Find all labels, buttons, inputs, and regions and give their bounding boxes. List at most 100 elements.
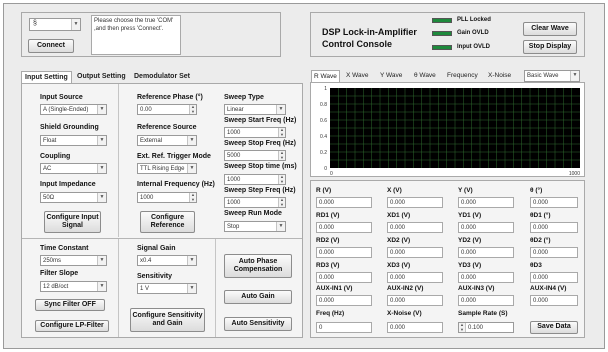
readout-label-r-v: R (V) bbox=[316, 187, 332, 194]
chevron-down-icon[interactable]: ▼ bbox=[97, 136, 106, 145]
y-tick-label: 0 bbox=[324, 166, 327, 172]
sample-rate-input[interactable]: ▲ ▼ 0.100 bbox=[458, 322, 514, 333]
chevron-down-icon[interactable]: ▼ bbox=[276, 105, 285, 114]
readout-value-rd2-v: 0.000 bbox=[316, 247, 372, 258]
readout-label-xd3-v: XD3 (V) bbox=[387, 262, 411, 269]
tab-x-wave[interactable]: X Wave bbox=[346, 70, 369, 82]
coupling-value: AC bbox=[43, 166, 52, 172]
tab-y-wave[interactable]: Y Wave bbox=[380, 70, 402, 82]
readout-label-x-v: X (V) bbox=[387, 187, 402, 194]
sweep-run-mode-value: Stop bbox=[227, 224, 240, 230]
input-impedance-select[interactable]: 50Ω ▼ bbox=[40, 192, 107, 203]
signal-gain-select[interactable]: x0.4 ▼ bbox=[137, 255, 197, 266]
configure-input-button[interactable]: Configure Input Signal bbox=[44, 211, 101, 233]
chevron-down-icon[interactable]: ▼ bbox=[187, 284, 196, 293]
wave-type-value: Basic Wave bbox=[527, 73, 559, 79]
tab-frequency[interactable]: Frequency bbox=[447, 70, 478, 82]
trigger-mode-select[interactable]: TTL Rising Edge ▼ bbox=[137, 163, 197, 174]
tab-r-wave[interactable]: R Wave bbox=[311, 70, 340, 82]
configure-reference-button[interactable]: Configure Reference bbox=[140, 211, 195, 233]
coupling-label: Coupling bbox=[40, 153, 71, 160]
sensitivity-select[interactable]: 1 V ▼ bbox=[137, 283, 197, 294]
chevron-down-icon[interactable]: ▼ bbox=[97, 282, 106, 291]
input-source-value: A (Single-Ended) bbox=[43, 107, 89, 113]
sync-filter-button[interactable]: Sync Filter OFF bbox=[35, 299, 105, 311]
chevron-down-icon[interactable]: ▼ bbox=[187, 164, 196, 173]
time-constant-label: Time Constant bbox=[40, 245, 89, 252]
chevron-down-icon[interactable]: ▼ bbox=[97, 105, 106, 114]
sweep-stop-input[interactable]: 5000 ▲ ▼ bbox=[224, 150, 286, 161]
coupling-select[interactable]: AC ▼ bbox=[40, 163, 107, 174]
tab-theta-wave[interactable]: θ Wave bbox=[414, 70, 436, 82]
spinner-icon[interactable]: ▲ ▼ bbox=[189, 192, 196, 202]
shield-grounding-label: Shield Grounding bbox=[40, 124, 99, 131]
readout-value-aux-in3-v: 0.000 bbox=[458, 295, 514, 306]
spinner-icon[interactable]: ▲ ▼ bbox=[278, 197, 285, 207]
spinner-icon[interactable]: ▲ ▼ bbox=[278, 174, 285, 184]
readout-label-yd2-v: YD2 (V) bbox=[458, 237, 482, 244]
readout-value-yd1-v: 0.000 bbox=[458, 222, 514, 233]
sample-rate-label: Sample Rate (S) bbox=[458, 310, 508, 317]
sweep-start-input[interactable]: 1000 ▲ ▼ bbox=[224, 127, 286, 138]
configure-sensitivity-gain-button[interactable]: Configure Sensitivity and Gain bbox=[130, 308, 205, 332]
reference-source-label: Reference Source bbox=[137, 124, 197, 131]
com-port-select[interactable]: § ▼ bbox=[29, 18, 81, 31]
gain-ovld-led bbox=[432, 31, 452, 36]
sensitivity-value: 1 V bbox=[140, 286, 150, 292]
readout-value-d2: 0.000 bbox=[530, 247, 578, 258]
input-source-select[interactable]: A (Single-Ended) ▼ bbox=[40, 104, 107, 115]
configure-lp-filter-button[interactable]: Configure LP-Filter bbox=[35, 320, 109, 332]
shield-grounding-select[interactable]: Float ▼ bbox=[40, 135, 107, 146]
gain-ovld-label: Gain OVLD bbox=[457, 30, 489, 36]
auto-gain-button[interactable]: Auto Gain bbox=[224, 290, 292, 304]
auto-sensitivity-button[interactable]: Auto Sensitivity bbox=[224, 317, 292, 331]
sweep-step-input[interactable]: 1000 ▲ ▼ bbox=[224, 197, 286, 208]
chevron-down-icon[interactable]: ▼ bbox=[276, 222, 285, 231]
auto-phase-compensation-button[interactable]: Auto Phase Compensation bbox=[224, 254, 292, 278]
y-tick-label: 0.4 bbox=[320, 134, 327, 140]
chevron-down-icon[interactable]: ▼ bbox=[187, 136, 196, 145]
sweep-run-mode-select[interactable]: Stop ▼ bbox=[224, 221, 286, 232]
readout-value-xd1-v: 0.000 bbox=[387, 222, 443, 233]
readout-value-rd1-v: 0.000 bbox=[316, 222, 372, 233]
app-title-line2: Control Console bbox=[322, 39, 392, 49]
chevron-down-icon[interactable]: ▼ bbox=[97, 256, 106, 265]
save-data-button[interactable]: Save Data bbox=[530, 321, 578, 334]
sweep-type-value: Linear bbox=[227, 107, 244, 113]
reference-phase-value: 0.00 bbox=[140, 107, 152, 113]
readout-label-yd3-v: YD3 (V) bbox=[458, 262, 482, 269]
com-port-glyph: § bbox=[33, 20, 37, 27]
chevron-down-icon[interactable]: ▼ bbox=[570, 71, 579, 81]
reference-phase-input[interactable]: 0.00 ▲ ▼ bbox=[137, 104, 197, 115]
clear-wave-button[interactable]: Clear Wave bbox=[523, 22, 577, 36]
time-constant-select[interactable]: 250ms ▼ bbox=[40, 255, 107, 266]
stop-display-button[interactable]: Stop Display bbox=[523, 40, 577, 54]
connect-button[interactable]: Connect bbox=[28, 39, 74, 53]
reference-source-value: External bbox=[140, 138, 163, 144]
spinner-icon[interactable]: ▲ ▼ bbox=[459, 322, 466, 332]
chevron-down-icon[interactable]: ▼ bbox=[187, 256, 196, 265]
sensitivity-label: Sensitivity bbox=[137, 273, 173, 280]
y-tick-label: 0.6 bbox=[320, 118, 327, 124]
sweep-start-value: 1000 bbox=[227, 130, 241, 136]
readout-value-xd2-v: 0.000 bbox=[387, 247, 443, 258]
filter-slope-select[interactable]: 12 dB/oct ▼ bbox=[40, 281, 107, 292]
readout-label-xd1-v: XD1 (V) bbox=[387, 212, 411, 219]
tab-output-setting[interactable]: Output Setting bbox=[74, 71, 129, 83]
tab-demodulator-set[interactable]: Demodulator Set bbox=[131, 71, 193, 83]
chevron-down-icon[interactable]: ▼ bbox=[97, 164, 106, 173]
chevron-down-icon[interactable]: ▼ bbox=[97, 193, 106, 202]
sweep-stop-time-input[interactable]: 1000 ▲ ▼ bbox=[224, 174, 286, 185]
freq-value: 0 bbox=[316, 322, 372, 333]
readout-label-y-v: Y (V) bbox=[458, 187, 473, 194]
spinner-icon[interactable]: ▲ ▼ bbox=[278, 150, 285, 160]
spinner-icon[interactable]: ▲ ▼ bbox=[189, 104, 196, 114]
internal-frequency-input[interactable]: 1000 ▲ ▼ bbox=[137, 192, 197, 203]
wave-type-select[interactable]: Basic Wave ▼ bbox=[524, 70, 580, 82]
spinner-icon[interactable]: ▲ ▼ bbox=[278, 127, 285, 137]
tab-input-setting[interactable]: Input Setting bbox=[21, 71, 72, 83]
reference-source-select[interactable]: External ▼ bbox=[137, 135, 197, 146]
chevron-down-icon[interactable]: ▼ bbox=[71, 19, 80, 30]
sweep-type-select[interactable]: Linear ▼ bbox=[224, 104, 286, 115]
tab-x-noise[interactable]: X-Noise bbox=[488, 70, 511, 82]
